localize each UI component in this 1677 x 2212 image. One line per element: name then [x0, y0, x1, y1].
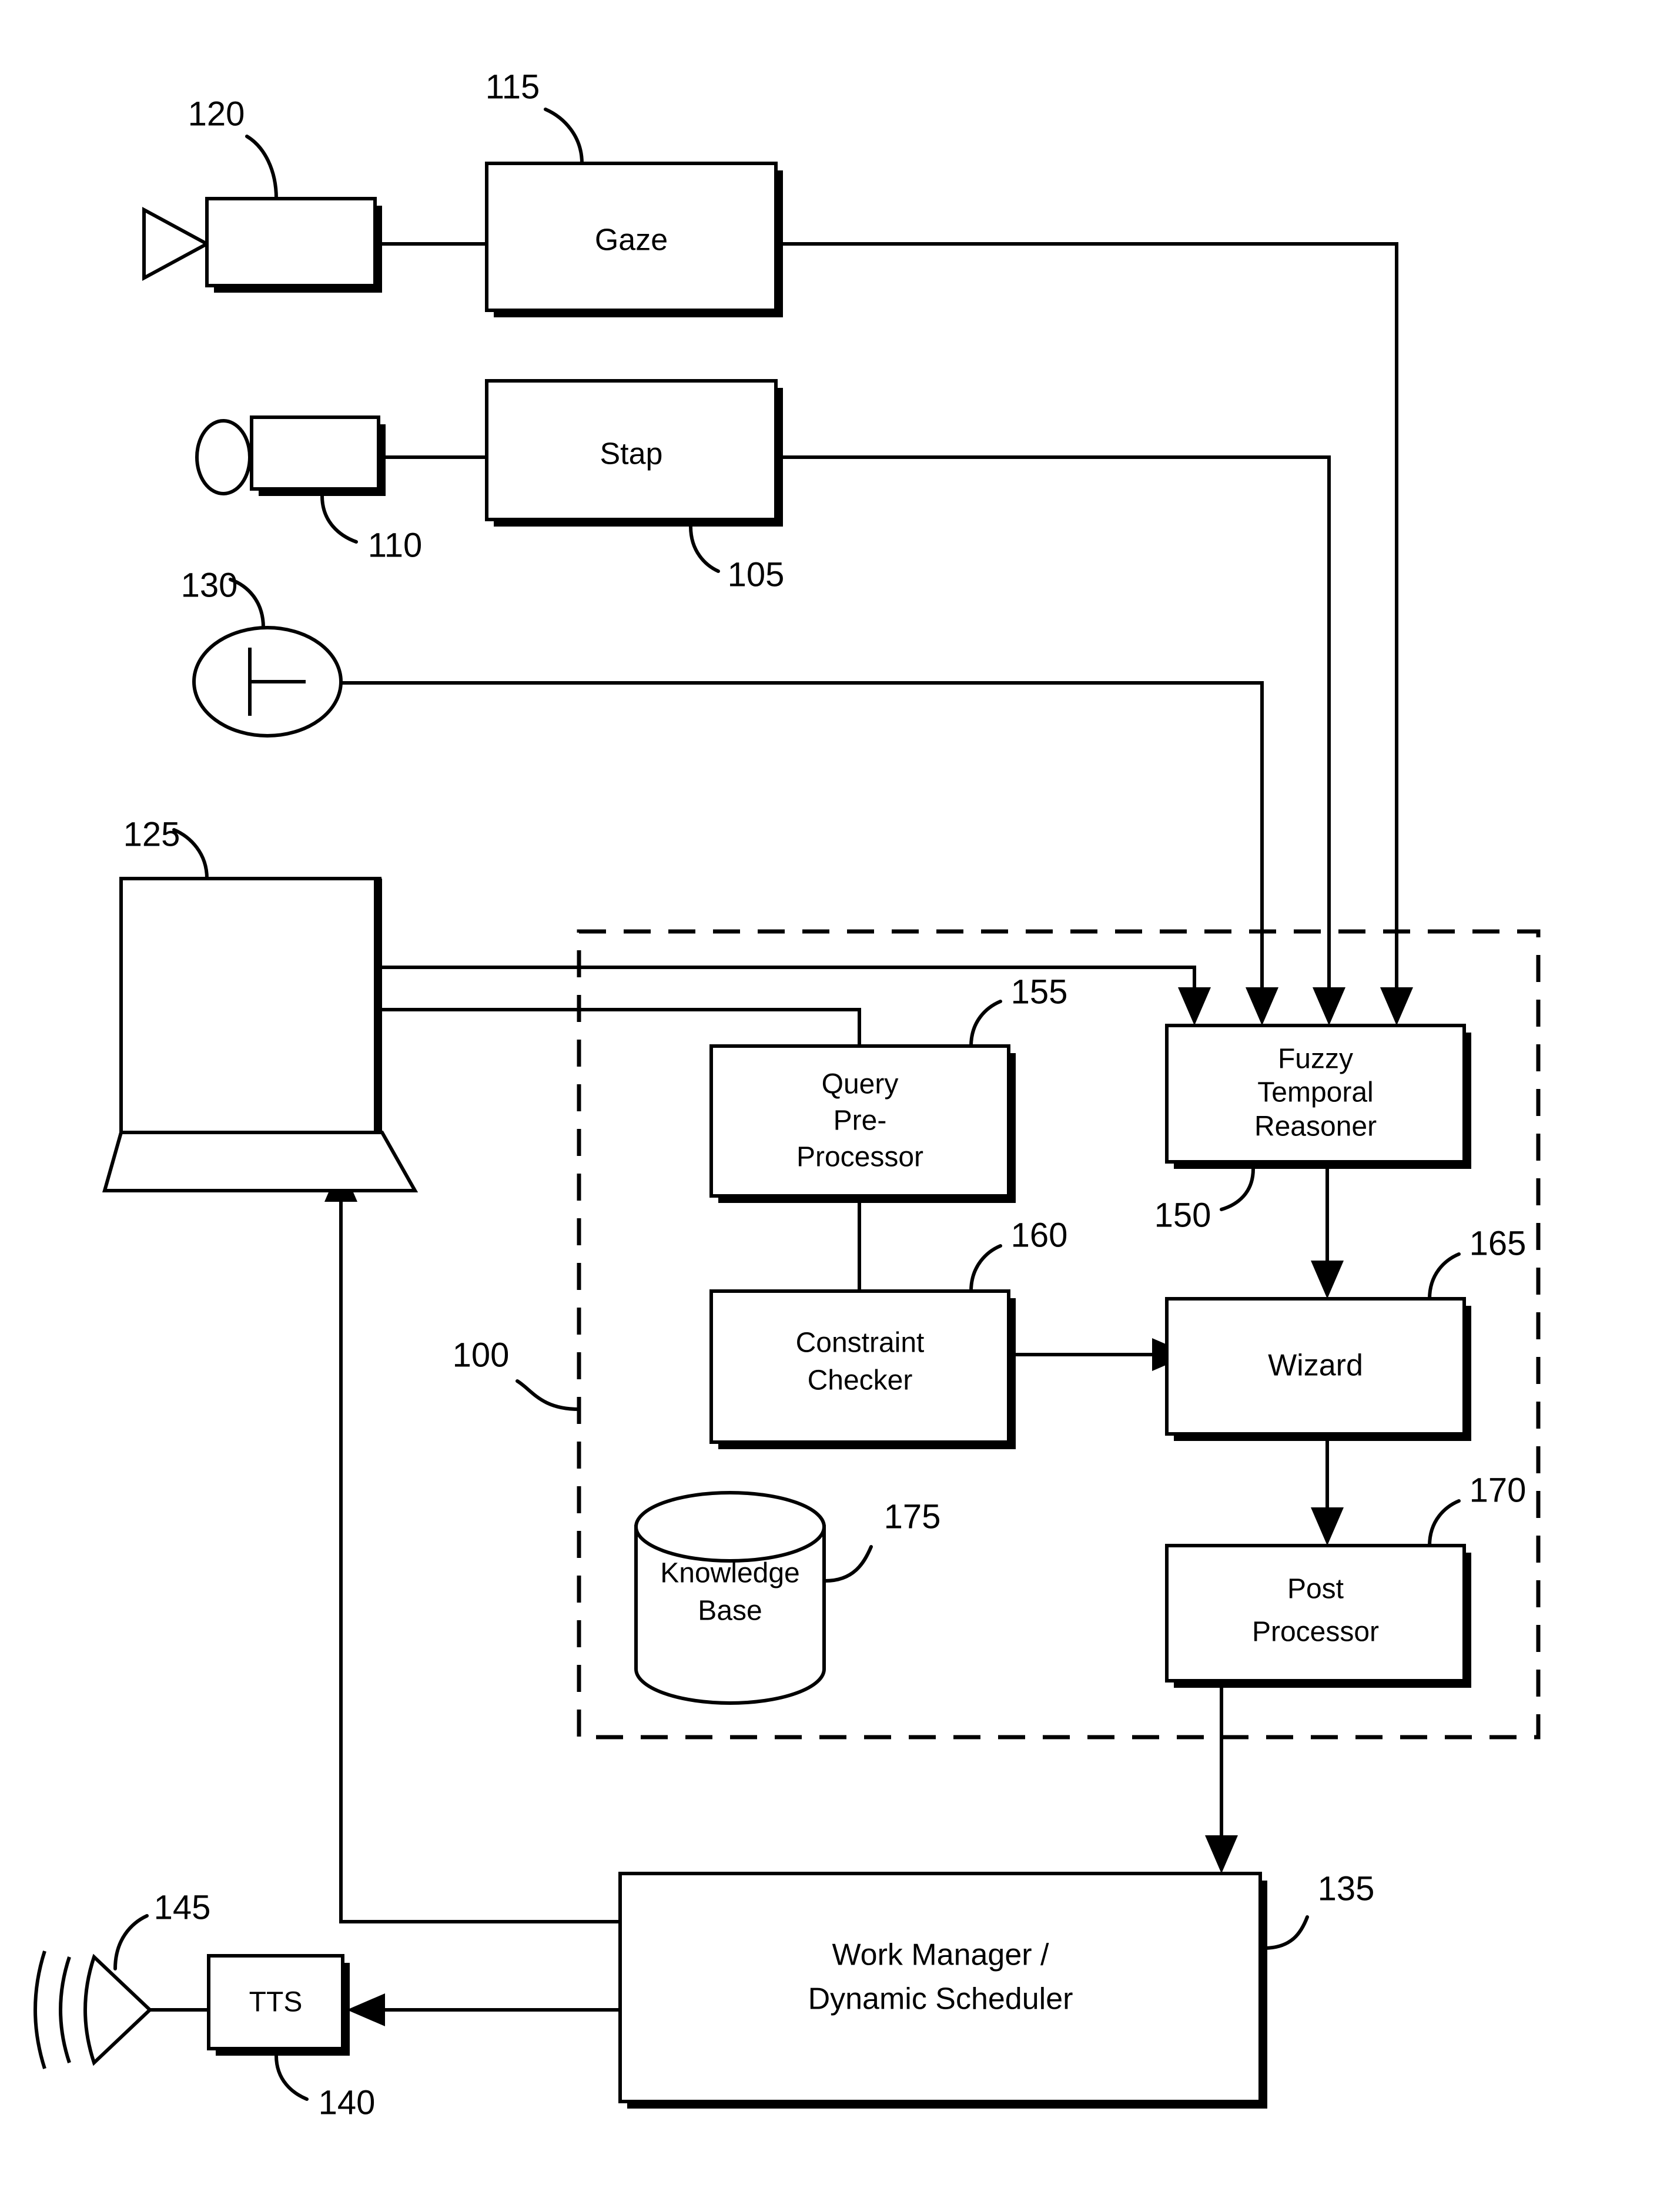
camera-120: 120: [142, 95, 382, 293]
ref-label-140: 140: [319, 2083, 376, 2121]
arrowhead-wizard-pp: [1311, 1507, 1344, 1546]
knowledge-base-label-line2: Base: [698, 1596, 762, 1627]
leader-160: [969, 1244, 1002, 1293]
ref-label-165: 165: [1470, 1224, 1527, 1262]
link-laptop-to-query-preprocessor: [382, 1008, 861, 1046]
gaze-label: Gaze: [595, 223, 668, 257]
ref-label-115: 115: [486, 68, 540, 106]
ref-label-125: 125: [123, 815, 180, 853]
leader-155: [969, 1000, 1002, 1048]
work-manager-135: Work Manager / Dynamic Scheduler 135: [618, 1869, 1375, 2109]
ref-label-150: 150: [1154, 1196, 1211, 1234]
query-preprocessor-label-line3: Processor: [796, 1142, 923, 1173]
stap-block-105: Stap 105: [485, 379, 785, 594]
leader-140: [275, 2054, 309, 2101]
speaker-wave-outer: [34, 1950, 46, 2069]
laptop-125: 125: [102, 815, 419, 1192]
arrowhead-wm-tts: [347, 1993, 385, 2026]
ref-label-105: 105: [728, 555, 785, 594]
leader-110: [320, 494, 358, 544]
query-pre-processor-155: Query Pre- Processor 155: [709, 973, 1068, 1203]
knowledge-base-175: Knowledge Base 175: [634, 1491, 941, 1705]
arrowhead-gaze-ftr: [1380, 987, 1413, 1025]
leader-175: [824, 1545, 873, 1583]
leader-100: [516, 1379, 581, 1411]
leader-145: [113, 1914, 149, 1970]
video-camera-icon: [205, 197, 377, 287]
laptop-screen-edge: [374, 879, 382, 1132]
constraint-checker-160: Constraint Checker 160: [709, 1216, 1068, 1449]
leader-105: [689, 525, 720, 573]
knowledge-base-label-line1: Knowledge: [660, 1558, 800, 1589]
ref-label-130: 130: [181, 566, 238, 604]
link-stap-to-ftr: [776, 455, 1331, 1002]
ftr-label-line3: Reasoner: [1254, 1111, 1377, 1142]
wizard-165: Wizard 165: [1165, 1224, 1527, 1441]
work-manager-label-line1: Work Manager /: [832, 1938, 1050, 1972]
fuzzy-temporal-reasoner-150: Fuzzy Temporal Reasoner 150: [1154, 1024, 1471, 1234]
stap-label: Stap: [600, 437, 663, 471]
arrowhead-clock-ftr: [1246, 987, 1278, 1025]
ref-label-155: 155: [1011, 973, 1068, 1011]
constraint-checker-label-line1: Constraint: [796, 1328, 925, 1359]
ftr-label-line2: Temporal: [1257, 1077, 1373, 1108]
arrowhead-laptop-ftr: [1178, 987, 1211, 1025]
patent-figure: 100 120 Gaze 115 110 Stap 105 130 125 Qu…: [0, 0, 1677, 2212]
clock-130: 130: [181, 566, 343, 738]
ref-label-160: 160: [1011, 1216, 1068, 1254]
ref-label-110: 110: [368, 526, 422, 564]
link-gaze-to-ftr: [776, 242, 1398, 1002]
leader-135: [1262, 1915, 1309, 1950]
link-clock-to-ftr: [341, 681, 1264, 1002]
arrowhead-stap-ftr: [1313, 987, 1345, 1025]
speaker-wave-inner: [59, 1956, 71, 2063]
ref-label-170: 170: [1470, 1471, 1527, 1509]
ftr-label-line1: Fuzzy: [1278, 1044, 1353, 1075]
arrowhead-ftr-wizard: [1311, 1261, 1344, 1299]
laptop-base: [102, 1131, 419, 1192]
leader-165: [1428, 1252, 1461, 1301]
microphone-icon: [250, 415, 380, 491]
post-processor-label-line1: Post: [1287, 1574, 1344, 1605]
ref-label-120: 120: [188, 95, 245, 133]
work-manager-label-line2: Dynamic Scheduler: [808, 1982, 1073, 2016]
speaker-145: 145: [34, 1888, 211, 2069]
tts-label: TTS: [249, 1987, 303, 2018]
laptop-screen: [119, 877, 381, 1134]
leader-115: [544, 108, 584, 165]
query-preprocessor-label-line2: Pre-: [834, 1105, 887, 1137]
knowledge-base-cylinder-top: [634, 1491, 826, 1563]
constraint-checker-label-line2: Checker: [808, 1365, 913, 1396]
leader-170: [1428, 1499, 1461, 1547]
diagram-canvas: 100 120 Gaze 115 110 Stap 105 130 125 Qu…: [34, 68, 1541, 2121]
video-camera-lens-icon: [142, 206, 211, 281]
wizard-label: Wizard: [1268, 1349, 1363, 1383]
ref-label-100: 100: [453, 1336, 510, 1374]
post-processor-label-line2: Processor: [1252, 1617, 1379, 1648]
leader-150: [1220, 1167, 1255, 1211]
post-processor-box: [1165, 1544, 1466, 1683]
post-processor-170: Post Processor 170: [1165, 1471, 1527, 1688]
ref-label-145: 145: [154, 1888, 211, 1926]
arrowhead-pp-wm: [1205, 1835, 1238, 1874]
speaker-icon: [83, 1953, 153, 2066]
microphone-110: 110: [195, 415, 422, 564]
ref-label-175: 175: [884, 1497, 941, 1536]
leader-120: [245, 135, 278, 200]
microphone-head-icon: [195, 419, 252, 495]
ref-label-135: 135: [1318, 1869, 1375, 1908]
gaze-block-115: Gaze 115: [485, 68, 783, 317]
link-laptop-to-ftr: [382, 966, 1196, 1002]
query-preprocessor-label-line1: Query: [822, 1069, 899, 1100]
tts-140: TTS 140: [207, 1954, 376, 2121]
